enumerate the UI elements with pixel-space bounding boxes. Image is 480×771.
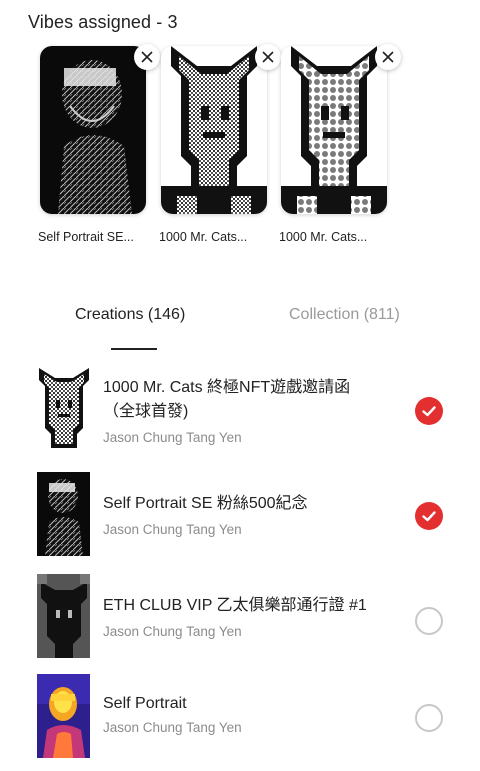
close-icon [141,51,153,63]
creation-author: Jason Chung Tang Yen [103,430,242,445]
eth-club-artwork [37,574,90,658]
assigned-caption: 1000 Mr. Cats... [279,230,368,244]
selected-check-button[interactable] [415,397,443,425]
cat-artwork [281,46,387,214]
assigned-card-self-portrait-se[interactable]: Self Portrait SE... [38,44,160,244]
nft-thumbnail [37,674,90,758]
cat-artwork [161,46,267,214]
tab-bar: Creations (146) Collection (811) [0,306,480,356]
creation-title-line2: （全球首發) [103,403,189,420]
creation-title: ETH CLUB VIP 乙太俱樂部通行證 #1 [103,597,367,614]
nft-thumbnail [37,574,90,658]
close-icon [382,51,394,63]
portrait-artwork [37,472,90,556]
portrait-artwork [40,46,146,214]
selected-check-button[interactable] [415,502,443,530]
list-item[interactable]: ETH CLUB VIP 乙太俱樂部通行證 #1 Jason Chung Tan… [0,572,480,662]
nft-thumbnail [40,46,146,214]
creation-author: Jason Chung Tang Yen [103,522,242,537]
nft-thumbnail [161,46,267,214]
checkmark-icon [422,511,436,522]
remove-button[interactable] [134,44,160,70]
tab-creations[interactable]: Creations (146) [75,306,185,324]
close-icon [262,51,274,63]
assigned-card-mr-cats-1[interactable]: 1000 Mr. Cats... [159,44,281,244]
assigned-caption: Self Portrait SE... [38,230,134,244]
nft-thumbnail [37,472,90,556]
remove-button[interactable] [255,44,281,70]
creation-author: Jason Chung Tang Yen [103,624,242,639]
remove-button[interactable] [375,44,401,70]
page-title: Vibes assigned - 3 [28,12,178,32]
creation-title: Self Portrait [103,695,187,712]
list-item[interactable]: Self Portrait SE 粉絲500紀念 Jason Chung Tan… [0,470,480,560]
list-item[interactable]: 1000 Mr. Cats 終極NFT遊戲邀請函 （全球首發) Jason Ch… [0,366,480,456]
checkmark-icon [422,406,436,417]
list-item[interactable]: Self Portrait Jason Chung Tang Yen [0,674,480,764]
creation-author: Jason Chung Tang Yen [103,720,242,735]
active-tab-indicator [111,348,157,350]
cat-artwork [37,368,90,452]
creation-title: Self Portrait SE 粉絲500紀念 [103,495,308,512]
nft-thumbnail [37,368,90,452]
thermal-portrait-artwork [37,674,90,758]
assigned-vibes: Self Portrait SE... 1000 Mr. Cats... 100… [38,44,401,246]
unselected-check-button[interactable] [415,704,443,732]
unselected-check-button[interactable] [415,607,443,635]
assigned-card-mr-cats-2[interactable]: 1000 Mr. Cats... [279,44,401,244]
tab-collection[interactable]: Collection (811) [289,306,400,324]
nft-thumbnail [281,46,387,214]
creation-title: 1000 Mr. Cats 終極NFT遊戲邀請函 [103,379,351,396]
assigned-caption: 1000 Mr. Cats... [159,230,248,244]
